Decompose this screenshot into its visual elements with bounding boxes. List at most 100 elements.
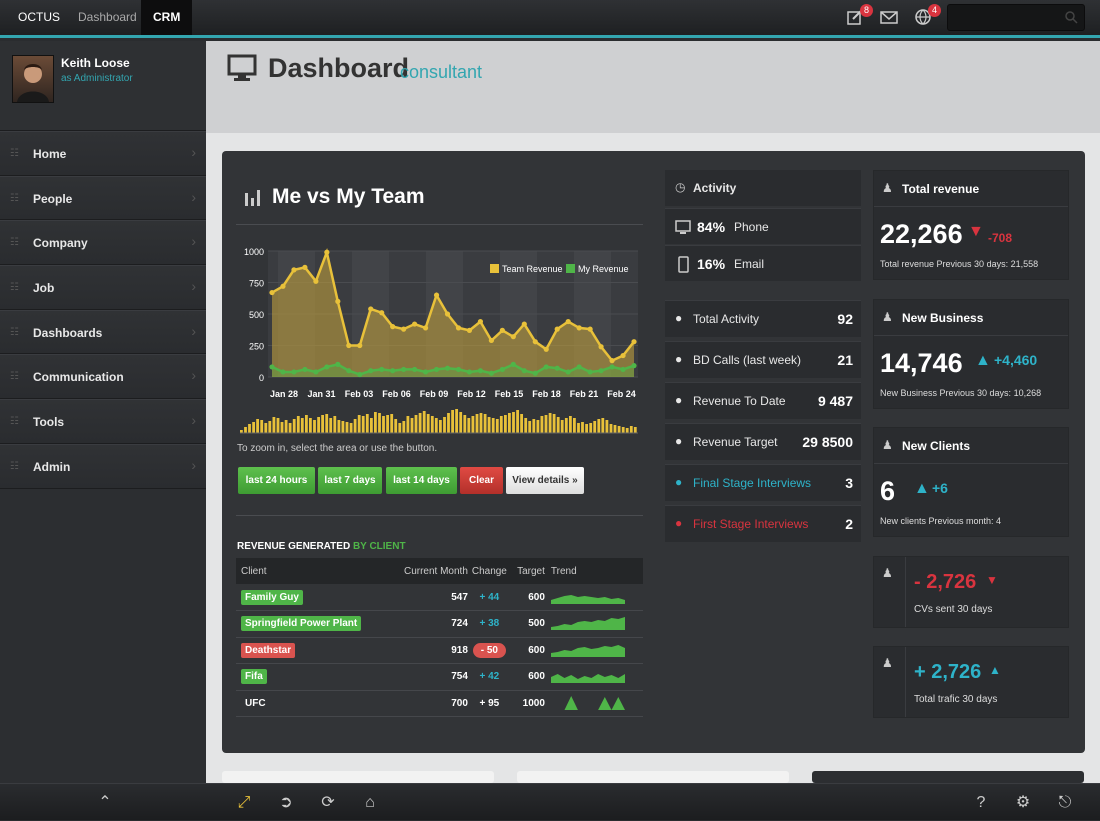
nav-dashboard[interactable]: Dashboard bbox=[66, 0, 149, 35]
data-point[interactable] bbox=[488, 337, 494, 344]
data-point[interactable] bbox=[379, 366, 385, 373]
view-details-button[interactable]: View details » bbox=[506, 467, 584, 494]
search-input[interactable] bbox=[947, 4, 1085, 31]
globe-notifications-button[interactable]: 4 bbox=[914, 4, 941, 28]
data-point[interactable] bbox=[554, 326, 560, 332]
data-point[interactable] bbox=[609, 358, 615, 364]
help-button[interactable]: ? bbox=[961, 784, 1001, 821]
data-point[interactable] bbox=[466, 369, 473, 375]
data-point[interactable] bbox=[346, 368, 352, 374]
client-name[interactable]: Fifa bbox=[241, 669, 267, 685]
last-24-hours-button[interactable]: last 24 hours bbox=[238, 467, 315, 494]
data-point[interactable] bbox=[291, 369, 297, 375]
data-point[interactable] bbox=[466, 327, 473, 333]
stat-first-stage-interviews[interactable]: ● First Stage Interviews 2 bbox=[665, 505, 861, 542]
client-name[interactable]: UFC bbox=[241, 696, 270, 711]
data-point[interactable] bbox=[631, 363, 637, 369]
col-change[interactable]: Change bbox=[468, 558, 511, 584]
client-name[interactable]: Family Guy bbox=[241, 589, 303, 605]
data-point[interactable] bbox=[313, 278, 319, 284]
home-button[interactable]: ⌂ bbox=[350, 784, 390, 821]
data-point[interactable] bbox=[576, 325, 582, 331]
data-point[interactable] bbox=[620, 366, 626, 373]
data-point[interactable] bbox=[620, 352, 626, 359]
data-point[interactable] bbox=[422, 369, 429, 375]
fullscreen-button[interactable]: ⤢ bbox=[224, 784, 264, 821]
data-point[interactable] bbox=[444, 311, 451, 317]
mail-button[interactable] bbox=[880, 8, 900, 28]
data-point[interactable] bbox=[357, 371, 363, 378]
avatar[interactable] bbox=[12, 55, 54, 103]
data-point[interactable] bbox=[499, 327, 505, 333]
data-point[interactable] bbox=[280, 369, 286, 375]
data-point[interactable] bbox=[422, 325, 429, 331]
legend-label[interactable]: My Revenue bbox=[578, 264, 629, 274]
data-point[interactable] bbox=[302, 366, 308, 373]
data-point[interactable] bbox=[313, 369, 319, 375]
settings-button[interactable]: ⚙ bbox=[1003, 784, 1043, 821]
data-point[interactable] bbox=[455, 366, 462, 373]
data-point[interactable] bbox=[280, 283, 286, 289]
data-point[interactable] bbox=[521, 368, 527, 374]
client-name[interactable]: Springfield Power Plant bbox=[241, 616, 362, 632]
sidebar-item-company[interactable]: ☷ Company › bbox=[0, 220, 206, 266]
data-point[interactable] bbox=[346, 342, 352, 349]
data-point[interactable] bbox=[477, 368, 484, 374]
data-point[interactable] bbox=[390, 368, 396, 374]
data-point[interactable] bbox=[324, 249, 330, 255]
data-point[interactable] bbox=[291, 267, 297, 273]
data-point[interactable] bbox=[543, 346, 549, 352]
data-point[interactable] bbox=[357, 342, 363, 349]
sidebar-item-communication[interactable]: ☷ Communication › bbox=[0, 354, 206, 400]
col-client[interactable]: Client bbox=[236, 558, 390, 584]
data-point[interactable] bbox=[412, 321, 418, 327]
logout-button[interactable]: ⎋ bbox=[1045, 784, 1085, 821]
nav-crm[interactable]: CRM bbox=[141, 0, 193, 35]
data-point[interactable] bbox=[368, 368, 374, 374]
last-14-days-button[interactable]: last 14 days bbox=[386, 467, 457, 494]
collapse-sidebar-button[interactable]: ⌃ bbox=[85, 784, 125, 821]
revenue-chart[interactable]: 1000 750 500 250 0 Jan 28 Jan 31 Feb 03 Feb 06 Fe… bbox=[232, 243, 647, 403]
data-point[interactable] bbox=[488, 370, 494, 376]
data-point[interactable] bbox=[379, 310, 385, 316]
data-point[interactable] bbox=[532, 339, 538, 345]
stat-final-stage-interviews[interactable]: ● Final Stage Interviews 3 bbox=[665, 464, 861, 501]
legend-label[interactable]: Team Revenue bbox=[502, 264, 563, 274]
data-point[interactable] bbox=[477, 318, 484, 325]
data-point[interactable] bbox=[609, 364, 615, 370]
table-row[interactable]: Fifa 754 + 42 600 bbox=[236, 664, 643, 690]
table-row[interactable]: Springfield Power Plant 724 + 38 500 bbox=[236, 611, 643, 637]
data-point[interactable] bbox=[335, 298, 341, 304]
data-point[interactable] bbox=[269, 289, 275, 296]
data-point[interactable] bbox=[302, 264, 308, 270]
data-point[interactable] bbox=[335, 361, 341, 367]
col-target[interactable]: Target bbox=[511, 558, 545, 584]
data-point[interactable] bbox=[565, 369, 571, 375]
sidebar-item-people[interactable]: ☷ People › bbox=[0, 175, 206, 221]
brand-logo[interactable]: OCTUS bbox=[6, 0, 72, 35]
sidebar-item-admin[interactable]: ☷ Admin › bbox=[0, 443, 206, 489]
clear-button[interactable]: Clear bbox=[460, 467, 503, 494]
data-point[interactable] bbox=[543, 364, 549, 370]
chart-navigator[interactable] bbox=[240, 407, 638, 435]
data-point[interactable] bbox=[324, 364, 330, 370]
data-point[interactable] bbox=[510, 361, 516, 367]
data-point[interactable] bbox=[499, 366, 505, 373]
data-point[interactable] bbox=[433, 366, 440, 373]
data-point[interactable] bbox=[269, 364, 275, 370]
last-7-days-button[interactable]: last 7 days bbox=[318, 467, 382, 494]
table-row[interactable]: Family Guy 547 + 44 600 bbox=[236, 584, 643, 611]
data-point[interactable] bbox=[576, 364, 582, 370]
data-point[interactable] bbox=[401, 326, 407, 332]
sidebar-item-tools[interactable]: ☷ Tools › bbox=[0, 399, 206, 444]
col-current-month[interactable]: Current Month bbox=[390, 558, 468, 584]
data-point[interactable] bbox=[510, 334, 516, 340]
data-point[interactable] bbox=[521, 321, 527, 327]
sidebar-item-job[interactable]: ☷ Job › bbox=[0, 265, 206, 310]
col-trend[interactable]: Trend bbox=[545, 558, 643, 584]
table-row[interactable]: UFC 700 + 95 1000 bbox=[236, 690, 643, 717]
data-point[interactable] bbox=[444, 365, 451, 371]
client-name[interactable]: Deathstar bbox=[241, 642, 296, 658]
sidebar-item-dashboards[interactable]: ☷ Dashboards › bbox=[0, 309, 206, 355]
data-point[interactable] bbox=[598, 344, 604, 350]
